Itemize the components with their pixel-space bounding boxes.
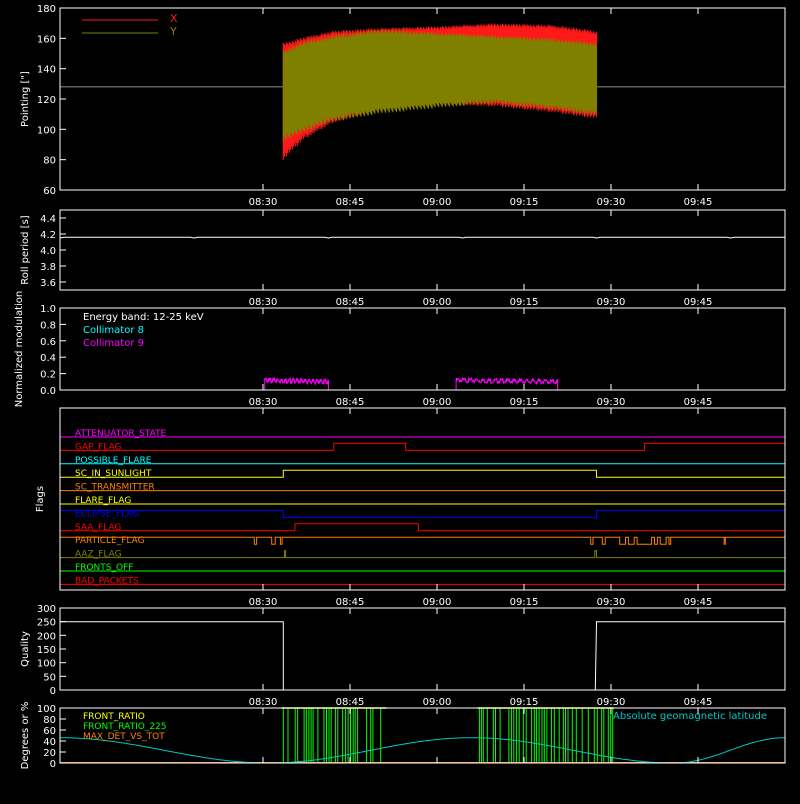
x-tick-label: 08:45: [336, 197, 365, 208]
y-tick-label: 20: [43, 748, 56, 759]
y-axis-label: Quality: [20, 631, 31, 667]
y-tick-label: 3.6: [40, 278, 56, 289]
y-axis-label: Roll period [s]: [20, 215, 31, 284]
background: [0, 0, 800, 800]
y-tick-label: 0.8: [40, 320, 56, 331]
x-tick-label: 09:00: [423, 697, 452, 708]
y-tick-label: 0.6: [40, 337, 56, 348]
y-tick-label: 1.0: [40, 304, 56, 315]
x-tick-label: 08:45: [336, 297, 365, 308]
annotation-collimator-9: Collimator 9: [83, 338, 144, 349]
x-tick-label: 09:45: [684, 697, 713, 708]
legend-front-ratio-225: FRONT_RATIO_225: [83, 722, 167, 732]
x-tick-label: 09:30: [597, 697, 626, 708]
right-axis-label: Absolute geomagnetic latitude: [613, 711, 767, 722]
annotation-collimator-8: Collimator 8: [83, 325, 144, 336]
x-tick-label: 09:00: [423, 297, 452, 308]
y-tick-label: 120: [37, 95, 56, 106]
x-tick-label: 08:30: [249, 197, 278, 208]
x-tick-label: 09:15: [510, 697, 539, 708]
y-tick-label: 80: [43, 156, 56, 167]
x-tick-label: 09:15: [510, 597, 539, 608]
y-tick-label: 0: [50, 686, 56, 697]
x-tick-label: 09:45: [684, 597, 713, 608]
y-tick-label: 80: [43, 715, 56, 726]
y-tick-label: 0.2: [40, 370, 56, 381]
x-tick-label: 08:30: [249, 597, 278, 608]
y-tick-label: 50: [43, 672, 56, 683]
x-tick-label: 08:45: [336, 397, 365, 408]
y-tick-label: 3.8: [40, 262, 56, 273]
x-tick-label: 09:00: [423, 397, 452, 408]
annotation-energy-band: Energy band: 12-25 keV: [83, 312, 204, 323]
plot-canvas: 6080100120140160180Pointing ["]XY08:30 08…: [0, 0, 800, 800]
y-axis-label: Normalized modulation: [14, 291, 25, 408]
x-tick-label: 09:45: [684, 297, 713, 308]
x-tick-label: 08:30: [249, 397, 278, 408]
x-tick-label: 08:30: [249, 697, 278, 708]
y-tick-label: 160: [37, 34, 56, 45]
y-tick-label: 100: [37, 704, 56, 715]
x-tick-label: 09:15: [510, 197, 539, 208]
y-tick-label: 60: [43, 726, 56, 737]
legend-label-x: X: [170, 12, 178, 25]
legend-front-ratio: FRONT_RATIO: [83, 712, 145, 722]
y-tick-label: 100: [37, 125, 56, 136]
y-tick-label: 200: [37, 631, 56, 642]
x-tick-label: 08:45: [336, 697, 365, 708]
x-tick-label: 09:00: [423, 597, 452, 608]
x-tick-label: 09:30: [597, 297, 626, 308]
y-axis-label: Degrees or %: [20, 702, 31, 770]
x-tick-label: 09:15: [510, 397, 539, 408]
y-axis-label: Pointing ["]: [20, 71, 31, 127]
x-tick-label: 09:30: [597, 597, 626, 608]
x-tick-label: 09:45: [684, 397, 713, 408]
y-tick-label: 40: [43, 737, 56, 748]
y-axis-label: Flags: [35, 486, 46, 512]
y-tick-label: 4.2: [40, 230, 56, 241]
x-tick-label: 08:45: [336, 597, 365, 608]
x-tick-label: 09:30: [597, 197, 626, 208]
y-tick-label: 60: [43, 186, 56, 197]
x-tick-label: 09:00: [423, 197, 452, 208]
y-tick-label: 180: [37, 4, 56, 15]
y-tick-label: 250: [37, 618, 56, 629]
y-tick-label: 0.0: [40, 386, 56, 397]
y-tick-label: 0: [50, 759, 56, 770]
flag-label: ECLIPSE_FLAG: [75, 509, 139, 519]
x-tick-label: 09:45: [684, 197, 713, 208]
y-tick-label: 4.0: [40, 246, 56, 257]
y-tick-label: 300: [37, 604, 56, 615]
y-tick-label: 0.4: [40, 353, 56, 364]
y-tick-label: 4.4: [40, 214, 56, 225]
y-tick-label: 150: [37, 645, 56, 656]
legend-max-det-vs-tot: MAX_DET_VS_TOT: [83, 732, 165, 742]
legend-label-y: Y: [169, 25, 177, 38]
x-tick-label: 09:30: [597, 397, 626, 408]
x-tick-label: 09:15: [510, 297, 539, 308]
y-tick-label: 100: [37, 659, 56, 670]
x-tick-label: 08:30: [249, 297, 278, 308]
hessi-quicklook-plot: 60 80 100 120 140 160 180 Pointing ["] X Y 08:30 08…: [0, 0, 800, 800]
y-tick-label: 140: [37, 65, 56, 76]
